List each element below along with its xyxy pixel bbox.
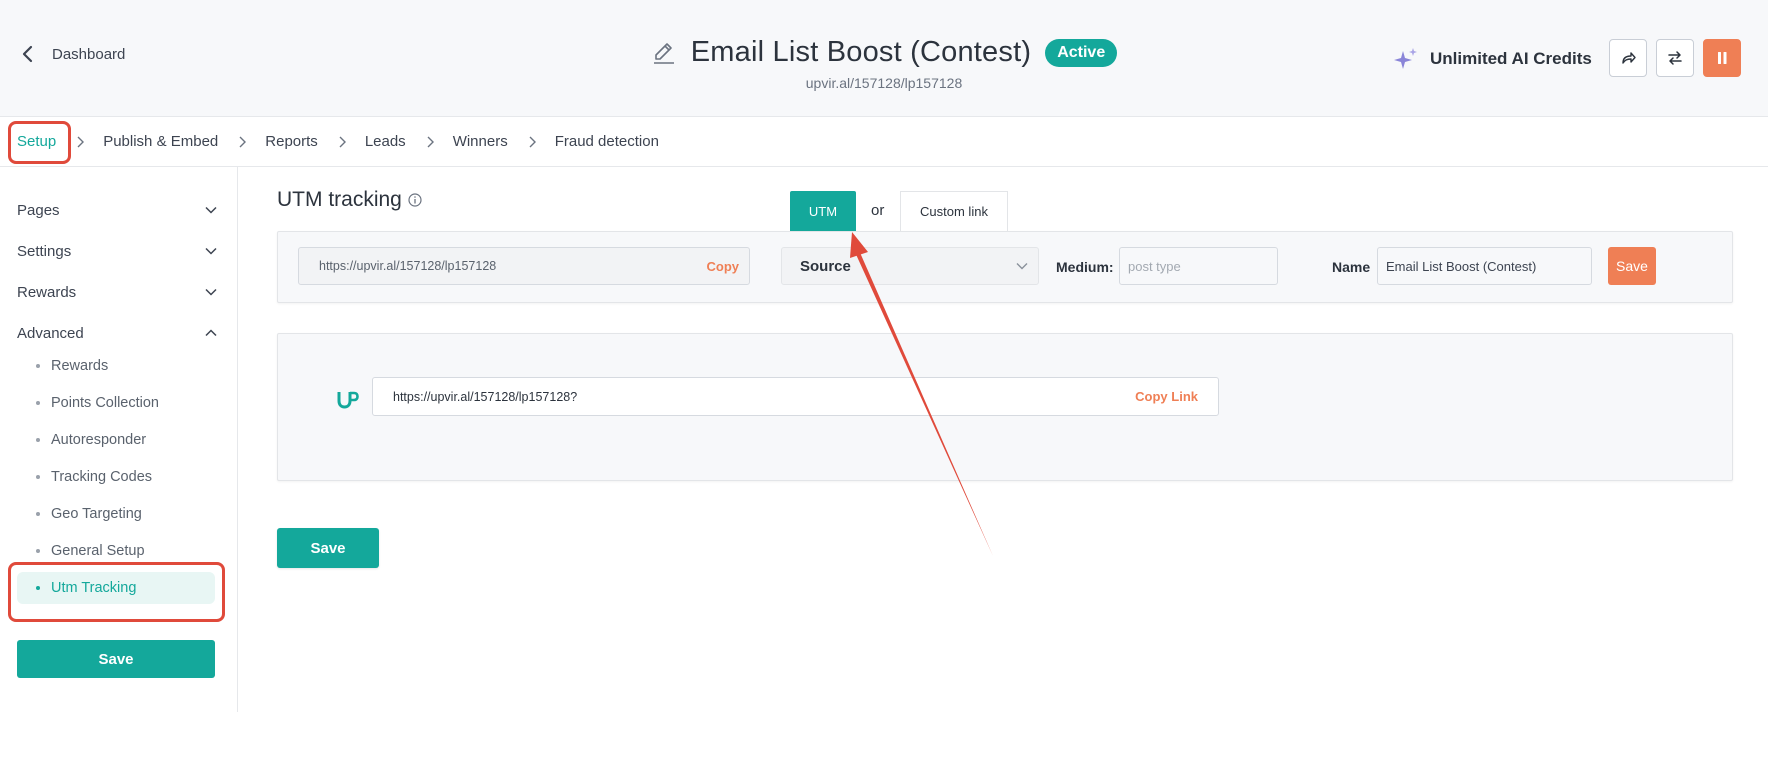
- utm-save-button[interactable]: Save: [1608, 247, 1656, 285]
- base-url-field: https://upvir.al/157128/lp157128 Copy: [298, 247, 750, 285]
- sidebar-item-label: Points Collection: [51, 395, 159, 411]
- name-input[interactable]: [1377, 247, 1592, 285]
- sidebar-item-general-setup[interactable]: General Setup: [17, 535, 215, 567]
- sidebar-section-settings[interactable]: Settings: [17, 239, 217, 263]
- ai-credits-label: Unlimited AI Credits: [1430, 49, 1592, 68]
- pause-icon: [1718, 52, 1727, 64]
- sidebar-item-autoresponder[interactable]: Autoresponder: [17, 424, 215, 456]
- sparkles-icon: [1394, 48, 1417, 69]
- sidebar-item-geo-targeting[interactable]: Geo Targeting: [17, 498, 215, 530]
- sidebar-item-label: Rewards: [51, 358, 109, 374]
- swap-button[interactable]: [1656, 39, 1694, 77]
- sidebar-item-label: General Setup: [51, 543, 145, 559]
- share-icon: [1622, 52, 1636, 64]
- name-label: Name: [1332, 259, 1371, 275]
- section-title-text: UTM tracking: [277, 188, 402, 211]
- sidebar-item-tracking-codes[interactable]: Tracking Codes: [17, 461, 215, 493]
- chevron-down-icon: [205, 288, 217, 296]
- base-url: https://upvir.al/157128/lp157128: [319, 259, 497, 273]
- breadcrumb-reports[interactable]: Reports: [265, 133, 318, 150]
- chevron-down-icon: [205, 206, 217, 214]
- info-icon[interactable]: [408, 193, 422, 207]
- top-header: Dashboard Email List Boost (Contest) Act…: [0, 0, 1768, 117]
- sidebar-section-advanced[interactable]: Advanced: [17, 321, 217, 345]
- sidebar-item-utm-tracking[interactable]: Utm Tracking: [17, 572, 215, 604]
- sidebar-section-label: Pages: [17, 201, 60, 219]
- source-select[interactable]: Source: [781, 247, 1039, 285]
- sidebar-item-label: Geo Targeting: [51, 506, 142, 522]
- upviral-logo-icon: [337, 391, 359, 409]
- medium-label: Medium:: [1056, 259, 1114, 275]
- sidebar-item-label: Tracking Codes: [51, 469, 153, 485]
- chevron-right-icon: [76, 136, 85, 148]
- medium-input[interactable]: [1119, 247, 1278, 285]
- tab-separator: or: [871, 202, 885, 219]
- tab-custom-link[interactable]: Custom link: [900, 191, 1008, 231]
- sidebar: Pages Settings Rewards Advanced Rewards …: [0, 167, 238, 712]
- breadcrumb-fraud-detection[interactable]: Fraud detection: [555, 133, 659, 150]
- ai-credits[interactable]: Unlimited AI Credits: [1392, 46, 1592, 72]
- sidebar-section-pages[interactable]: Pages: [17, 198, 217, 222]
- breadcrumb-leads[interactable]: Leads: [365, 133, 406, 150]
- chevron-right-icon: [528, 136, 536, 148]
- sidebar-section-label: Settings: [17, 242, 72, 260]
- status-badge: Active: [1045, 38, 1118, 67]
- chevron-down-icon: [205, 247, 217, 255]
- pencil-icon[interactable]: [651, 40, 677, 66]
- tab-utm[interactable]: UTM: [790, 191, 856, 231]
- source-select-value: Source: [800, 257, 851, 275]
- utm-form: https://upvir.al/157128/lp157128 Copy So…: [277, 231, 1733, 303]
- chevron-down-icon: [1016, 263, 1028, 270]
- chevron-right-icon: [238, 136, 247, 148]
- chevron-right-icon: [338, 136, 346, 148]
- sidebar-section-label: Advanced: [17, 324, 84, 342]
- section-title: UTM tracking: [277, 188, 422, 212]
- sidebar-item-rewards[interactable]: Rewards: [17, 350, 215, 382]
- breadcrumb-winners[interactable]: Winners: [453, 133, 508, 150]
- main-save-button[interactable]: Save: [277, 528, 379, 568]
- breadcrumb: Setup Publish & Embed Reports Leads Winn…: [0, 117, 1768, 167]
- sidebar-item-label: Autoresponder: [51, 432, 147, 448]
- copy-link-button[interactable]: Copy Link: [1135, 389, 1198, 404]
- sidebar-save-button[interactable]: Save: [17, 640, 215, 678]
- breadcrumb-publish-embed[interactable]: Publish & Embed: [103, 133, 218, 150]
- page-title: Email List Boost (Contest): [690, 36, 1032, 68]
- sidebar-item-label: Utm Tracking: [51, 580, 137, 596]
- generated-link-panel: https://upvir.al/157128/lp157128? Copy L…: [277, 333, 1733, 481]
- generated-url: https://upvir.al/157128/lp157128?: [393, 389, 578, 404]
- sidebar-item-points-collection[interactable]: Points Collection: [17, 387, 215, 419]
- sidebar-section-label: Rewards: [17, 283, 77, 301]
- swap-icon: [1668, 51, 1682, 65]
- page-url: upvir.al/157128/lp157128: [805, 74, 963, 91]
- chevron-up-icon: [205, 329, 217, 337]
- copy-url-button[interactable]: Copy: [707, 259, 740, 274]
- chevron-right-icon: [426, 136, 434, 148]
- generated-link-field: https://upvir.al/157128/lp157128? Copy L…: [372, 377, 1219, 416]
- breadcrumb-setup[interactable]: Setup: [17, 133, 56, 150]
- share-button[interactable]: [1609, 39, 1647, 77]
- pause-button[interactable]: [1703, 39, 1741, 77]
- sidebar-section-rewards[interactable]: Rewards: [17, 280, 217, 304]
